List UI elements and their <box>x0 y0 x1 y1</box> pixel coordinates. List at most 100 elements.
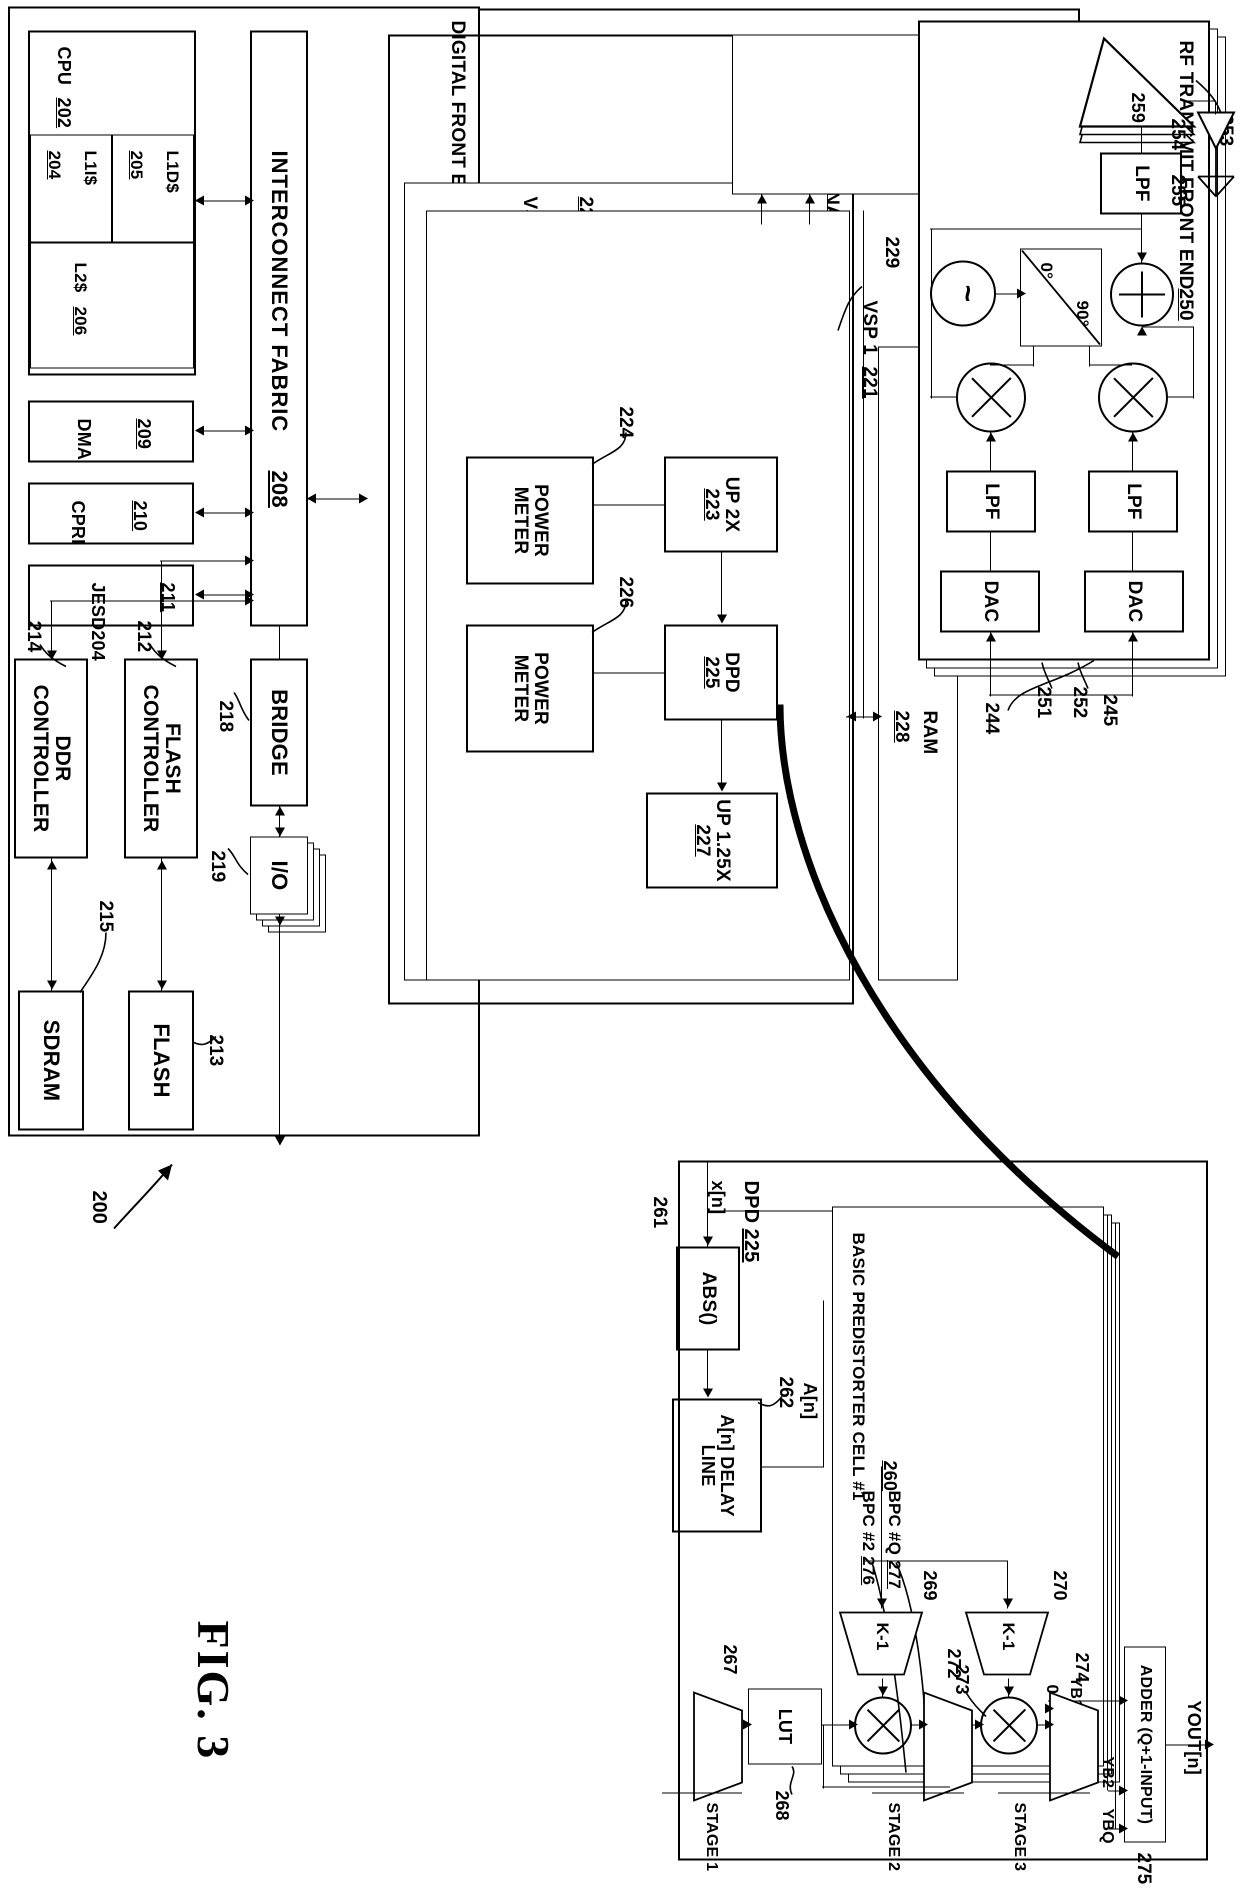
cpu-label: CPU <box>54 46 74 85</box>
arrow-yb2 <box>1119 1785 1128 1795</box>
ybq-label: YBQ <box>1099 1808 1116 1844</box>
up2x-label: UP 2X 223 <box>664 456 778 552</box>
x-to-k270-h <box>1006 1560 1008 1608</box>
arrow-abs-adelay <box>703 1388 713 1397</box>
mux-272-shape <box>923 1690 973 1802</box>
k1-270-label: K-1 <box>999 1622 1018 1650</box>
yb2-bus <box>1106 1214 1108 1790</box>
io-label: I/O <box>266 860 292 890</box>
stage1-bracket <box>662 1792 742 1794</box>
k1-269-label: K-1 <box>873 1622 892 1650</box>
arrow-ddr-sdram-l <box>47 860 57 869</box>
conn-io-external <box>278 914 280 1144</box>
dpd-input-line <box>706 1160 708 1246</box>
oscillator-symbol: ~ <box>950 284 984 302</box>
dpd-small-ref: 225 <box>701 655 722 689</box>
yout-line <box>1166 1744 1210 1746</box>
conn-phase-mixeri-v <box>1090 364 1132 366</box>
arrow-if-cpu-up <box>245 195 254 205</box>
sdram-ref: 215 <box>95 900 116 932</box>
up125x-label: UP 1.25X 227 <box>646 792 778 888</box>
arrow-if-dma-down <box>195 425 204 435</box>
a-delay-line2: LINE <box>698 1444 718 1486</box>
lpf-i-label: LPF <box>1122 482 1144 520</box>
arrow-k270-mult273 <box>1004 1686 1014 1695</box>
mux-272-ref: 272 <box>944 1648 964 1679</box>
conn-sum-lpf <box>1140 214 1142 262</box>
conn-mixerq-sum-v <box>930 396 956 398</box>
cpri-ref: 210 <box>130 500 150 531</box>
dpd-detail-title: DPD <box>740 1180 762 1223</box>
arrow-mult273-mux274 <box>1045 1719 1054 1729</box>
up2x-name: UP 2X <box>720 476 742 532</box>
arrow-fabric-ddr <box>47 650 57 659</box>
ddr-controller-ref-leader <box>39 643 67 667</box>
dma-label: DMA <box>74 418 94 460</box>
conn-fc-flash <box>160 858 162 990</box>
arrow-dac-i-in <box>1128 632 1138 641</box>
arrow-lut-mult2 <box>849 1719 858 1729</box>
cpri-label: CPRI <box>68 500 88 544</box>
ybq-bus <box>1114 1222 1116 1828</box>
conn-dpd-pm226 <box>594 672 664 674</box>
ddr-controller-line1: DDR <box>51 734 75 782</box>
conn-phase-mixerq-v <box>990 364 1034 366</box>
conn-fabric-bridge <box>278 626 280 658</box>
io-ref-leader <box>227 847 249 875</box>
arrow-bridge-io-right <box>275 827 285 836</box>
a-to-k269-h <box>880 1466 882 1608</box>
jesd204-label: JESD204 <box>88 582 108 661</box>
dfe-left-extension <box>480 8 1080 11</box>
sdram-ref-leader <box>79 931 107 993</box>
arrow-if-tsp-down <box>307 493 316 503</box>
conn-dac-q-in <box>989 632 991 696</box>
cpu-ref: 202 <box>54 97 74 128</box>
patent-figure-3: FIG. 3 200 DIGITAL FRONT END (DFE) 201 C… <box>0 0 1240 1889</box>
mux-267-ref: 267 <box>720 1644 740 1675</box>
antenna-ref-255: 255 <box>1167 174 1188 206</box>
up125x-name: UP 1.25X <box>711 798 733 882</box>
arrow-ddr-sdram-r <box>47 980 57 989</box>
conn-dac-bus-v <box>989 694 1133 696</box>
dma-ref: 209 <box>134 418 154 449</box>
a-delay-line-label: A[n] DELAY LINE <box>672 1398 762 1532</box>
arrow-if-tsp-up <box>359 493 368 503</box>
pm226-leader <box>591 599 627 633</box>
power-meter-224-label: POWER METER <box>466 456 594 584</box>
conn-phase-mixeri <box>1088 346 1090 366</box>
arrow-if-cpri-up <box>245 507 254 517</box>
adder-label: ADDER (Q+1-INPUT) <box>1137 1664 1155 1824</box>
rf-ref: 250 <box>1175 288 1196 321</box>
ddr-controller-label: DDR CONTROLLER <box>14 658 88 858</box>
arrow-mux272-mult273 <box>975 1719 984 1729</box>
dpd-detail-ref: 225 <box>740 1228 762 1262</box>
pm224-leader <box>591 431 627 465</box>
conn-pa-amp <box>1188 100 1216 102</box>
stage3-bracket <box>998 1792 1090 1794</box>
vsp1-ref: 221 <box>859 366 880 399</box>
l2-ref: 206 <box>71 306 90 335</box>
conn-fabric-fc-v <box>160 560 250 562</box>
conn-mixeri-sum-h <box>1192 326 1194 398</box>
multiplier-stage2 <box>854 1696 912 1754</box>
conn-lpf-pa <box>1140 126 1142 154</box>
yout-label: YOUT[n] <box>1184 1700 1204 1775</box>
up125x-ref: 227 <box>692 823 713 857</box>
arrow-dpd-up125x <box>717 782 727 791</box>
stage-3-label: STAGE 3 <box>1011 1802 1028 1871</box>
bpc1-ref: 260 <box>880 1460 900 1491</box>
arrow-input-abs <box>703 1236 713 1245</box>
dpd-callout-curve <box>776 703 1121 1259</box>
figure-canvas: FIG. 3 200 DIGITAL FRONT END (DFE) 201 C… <box>0 0 1240 1889</box>
phase-splitter-diagonal <box>1021 249 1101 345</box>
k1-270-ref: 270 <box>1050 1570 1070 1601</box>
zero-input-label: 0 <box>1043 1684 1062 1694</box>
stage2-feedback-h <box>822 1724 824 1788</box>
abs-label: ABS() <box>697 1271 719 1325</box>
power-meter-224-line2: METER <box>510 486 531 554</box>
arrow-sum-in-i <box>1137 326 1147 335</box>
mux-267-shape <box>693 1690 743 1802</box>
conn-up2x-dpd <box>720 552 722 614</box>
cpri-block <box>28 482 194 544</box>
conn-dpd-up125x <box>720 720 722 782</box>
